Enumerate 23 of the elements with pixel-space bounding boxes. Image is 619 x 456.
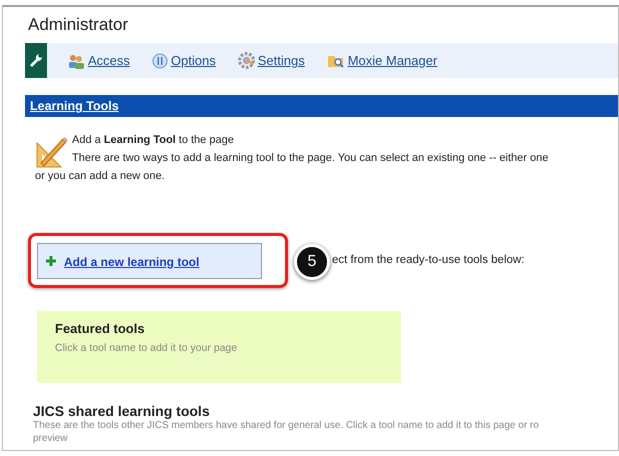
toolbar-link[interactable]: Settings [238, 52, 305, 69]
toolbar-link[interactable]: Options [152, 52, 216, 68]
select-text: ect from the ready-to-use tools below: [332, 254, 524, 266]
shared-description: preview [33, 432, 68, 445]
shared-description: These are the tools other JICS members have shared for general use. Click a tool name to add it to this page or ro [33, 419, 540, 432]
pencil-ruler-icon [35, 135, 69, 169]
people-icon [67, 52, 85, 68]
intro-text: There are two ways to add a learning tool to the page. You can select an existing one -- either one [72, 151, 550, 166]
wrench-icon[interactable] [25, 43, 47, 78]
intro-text: or you can add a new one. [35, 169, 166, 184]
step-badge: 5 [294, 244, 330, 280]
intro-heading: Add a Learning Tool to the page [72, 133, 235, 148]
settings-icon [238, 52, 255, 69]
featured-title: Featured tools [55, 321, 146, 336]
toolbar-link[interactable]: Access [67, 52, 130, 68]
toolbar-link[interactable]: Moxie Manager [326, 52, 438, 68]
add-tool-button[interactable]: Add a new learning tool [37, 242, 262, 278]
featured-hint: Click a tool name to add it to your page [55, 342, 238, 354]
page-title: Administrator [28, 15, 130, 36]
shared-title: JICS shared learning tools [33, 403, 211, 419]
section-header-link[interactable]: Learning Tools [30, 99, 119, 113]
options-icon [152, 52, 168, 68]
plus-icon [46, 256, 56, 266]
